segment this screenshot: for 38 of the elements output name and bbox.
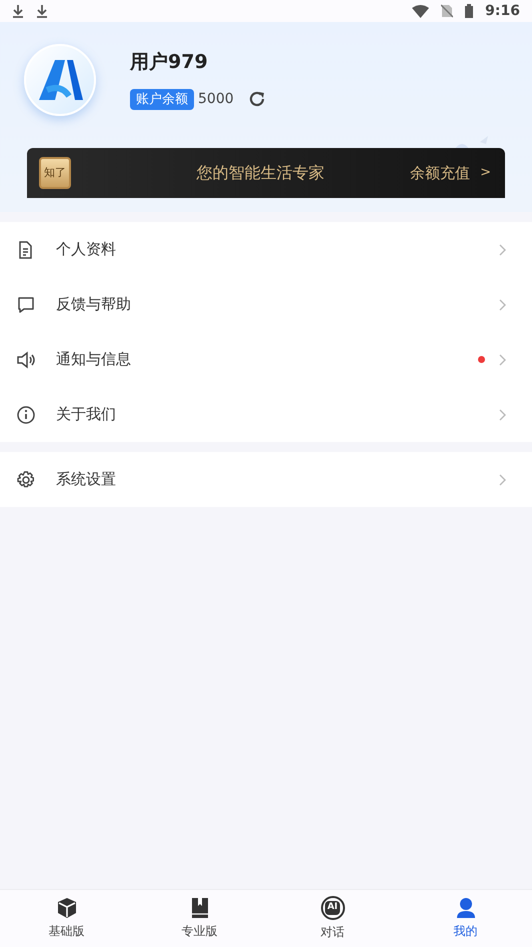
book-icon: [190, 897, 210, 919]
refresh-icon[interactable]: [248, 90, 266, 108]
nav-tab[interactable]: 我的: [399, 890, 532, 947]
vip-banner[interactable]: 知了 您的智能生活专家 余额充值 >: [27, 148, 505, 198]
chat-icon: [16, 294, 36, 314]
menu-item[interactable]: 通知与信息: [0, 332, 532, 387]
clock: 9:16: [485, 2, 520, 20]
chevron-icon: [499, 474, 506, 486]
username: 用户979: [130, 50, 209, 75]
cube-icon: [56, 897, 78, 919]
download-icon: [36, 4, 48, 18]
chevron-icon: [499, 354, 506, 366]
nav-tab[interactable]: AI 对话: [266, 890, 399, 947]
nav-tab[interactable]: 专业版: [133, 890, 266, 947]
menu-item[interactable]: 系统设置: [0, 452, 532, 507]
settings-icon: [16, 470, 36, 490]
speaker-icon: [16, 350, 36, 370]
menu-item[interactable]: 反馈与帮助: [0, 277, 532, 332]
chevron-icon: [499, 298, 506, 310]
menu-item[interactable]: 关于我们: [0, 387, 532, 442]
nav-tab[interactable]: 基础版: [0, 890, 133, 947]
balance-amount: 5000: [198, 90, 234, 109]
battery-icon: [465, 4, 474, 18]
chevron-icon: [499, 244, 506, 256]
slogan: 您的智能生活专家: [196, 162, 326, 184]
wifi-icon: [412, 4, 430, 18]
avatar-logo: [24, 44, 96, 116]
no-sim-icon: [441, 4, 454, 18]
ai-chat-icon: AI: [320, 896, 344, 920]
recharge-link[interactable]: 余额充值: [410, 162, 470, 184]
chevron-icon: [499, 408, 506, 420]
arrow-icon: >: [480, 163, 491, 183]
badge-icon: 知了: [39, 157, 71, 189]
balance-label: 账户余额: [130, 88, 194, 110]
info-icon: [16, 404, 36, 424]
download-icon: [12, 4, 24, 18]
person-icon: [456, 897, 476, 919]
menu-item[interactable]: 个人资料: [0, 222, 532, 277]
